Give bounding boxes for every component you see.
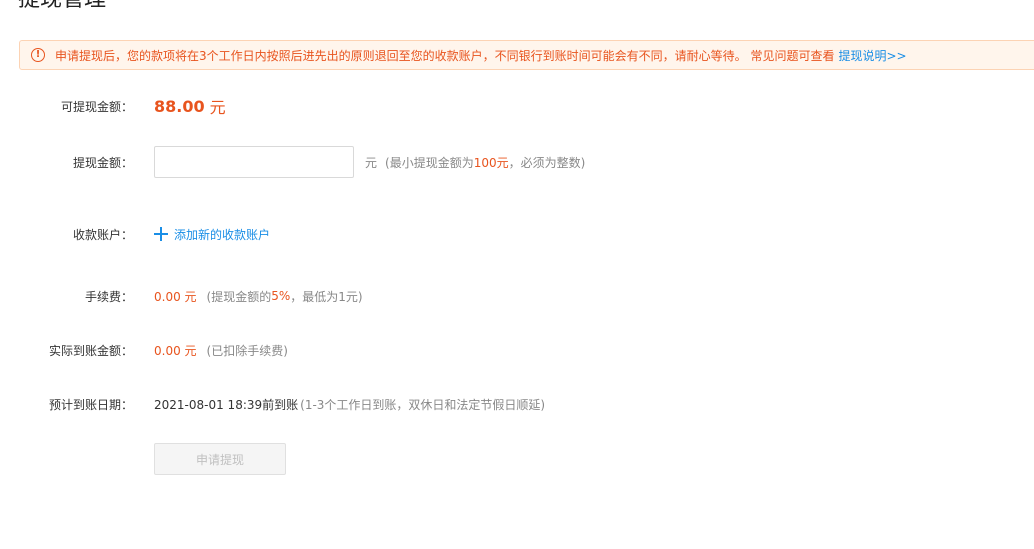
- available-amount-value: 88.00 元: [154, 94, 226, 118]
- actual-amount-row: 实际到账金额： 0.00 元 (已扣除手续费): [0, 334, 1034, 366]
- fee-label: 手续费：: [84, 289, 133, 304]
- account-value: 添加新的收款账户: [154, 226, 270, 243]
- add-account-link[interactable]: 添加新的收款账户: [154, 226, 270, 243]
- available-amount-number: 88.00: [154, 96, 205, 116]
- withdraw-amount-unit: 元: [365, 155, 378, 170]
- account-label: 收款账户：: [72, 227, 133, 242]
- fee-note-suffix: ，最低为1元): [290, 289, 363, 304]
- plus-icon: [154, 227, 168, 241]
- eta-row: 预计到账日期： 2021-08-01 18:39前到账 (1-3个工作日到账，双…: [0, 388, 1034, 420]
- withdraw-help-link[interactable]: 提现说明>>: [838, 47, 906, 64]
- notice-text: 申请提现后，您的款项将在3个工作日内按照后进先出的原则退回至您的收款账户，不同银…: [55, 48, 835, 63]
- actual-amount-note: (已扣除手续费): [206, 343, 288, 358]
- eta-datetime: 2021-08-01 18:39前到账: [154, 397, 299, 412]
- fee-amount: 0.00 元: [154, 289, 197, 304]
- fee-note-prefix: (提现金额的: [206, 289, 272, 304]
- available-amount-label: 可提现金额：: [60, 99, 133, 114]
- submit-withdraw-button[interactable]: 申请提现: [154, 443, 286, 475]
- withdraw-amount-input[interactable]: [154, 146, 354, 178]
- withdraw-amount-field-group: 元 (最小提现金额为 100元 ，必须为整数): [154, 146, 585, 178]
- actual-amount-value: 0.00 元 (已扣除手续费): [154, 342, 288, 359]
- eta-label: 预计到账日期：: [48, 397, 133, 412]
- fee-row: 手续费： 0.00 元 (提现金额的 5% ，最低为1元): [0, 280, 1034, 312]
- actual-amount-label: 实际到账金额：: [48, 343, 133, 358]
- withdraw-hint-min: 100元: [473, 155, 509, 170]
- eta-value: 2021-08-01 18:39前到账 (1-3个工作日到账，双休日和法定节假日…: [154, 396, 545, 413]
- eta-note: (1-3个工作日到账，双休日和法定节假日顺延): [300, 397, 546, 412]
- withdraw-hint-suffix: ，必须为整数): [508, 155, 586, 170]
- available-amount-row: 可提现金额： 88.00 元: [0, 90, 1034, 122]
- actual-amount: 0.00 元: [154, 343, 197, 358]
- fee-note-rate: 5%: [271, 289, 291, 303]
- account-row: 收款账户： 添加新的收款账户: [0, 218, 1034, 250]
- fee-value: 0.00 元 (提现金额的 5% ，最低为1元): [154, 288, 363, 305]
- available-amount-unit: 元: [209, 98, 226, 117]
- page-title: 提现管理: [18, 0, 106, 14]
- add-account-label: 添加新的收款账户: [174, 227, 271, 242]
- withdraw-amount-row: 提现金额： 元 (最小提现金额为 100元 ，必须为整数): [0, 146, 1034, 178]
- withdraw-amount-label: 提现金额：: [72, 155, 133, 170]
- warning-icon: !: [31, 48, 45, 62]
- withdraw-hint-prefix: (最小提现金额为: [385, 155, 474, 170]
- notice-banner: ! 申请提现后，您的款项将在3个工作日内按照后进先出的原则退回至您的收款账户，不…: [19, 40, 1034, 70]
